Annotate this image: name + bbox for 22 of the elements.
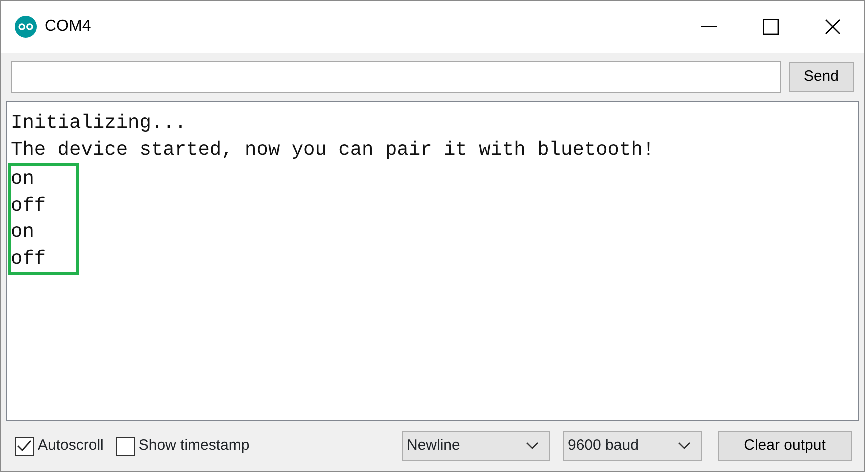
- minimize-icon: [701, 26, 717, 28]
- output-line: on: [11, 167, 36, 192]
- clear-output-button[interactable]: Clear output: [718, 431, 852, 461]
- output-line: off: [11, 194, 46, 218]
- output-line: Initializing...: [11, 111, 188, 136]
- checkbox[interactable]: [15, 436, 34, 456]
- output-line: off: [11, 246, 46, 272]
- maximize-icon: [763, 19, 779, 35]
- output-line: The device started, now you can pair it with bluetooth!: [11, 138, 656, 162]
- line-ending-dropdown[interactable]: Newline: [402, 431, 550, 461]
- app-logo-icon: [15, 16, 37, 38]
- send-button[interactable]: Send: [788, 62, 854, 92]
- baud-rate-dropdown[interactable]: 9600 baud: [563, 431, 702, 461]
- checkbox-label: Autoscroll: [38, 436, 104, 456]
- caret-icon: [526, 442, 539, 450]
- caret-icon: [678, 442, 691, 450]
- window-title: COM4: [45, 17, 92, 37]
- checkbox[interactable]: [116, 436, 135, 456]
- close-icon: [825, 19, 841, 35]
- message-input[interactable]: [11, 61, 781, 93]
- checkbox-label: Show timestamp: [138, 436, 250, 456]
- output-line: on: [11, 220, 36, 245]
